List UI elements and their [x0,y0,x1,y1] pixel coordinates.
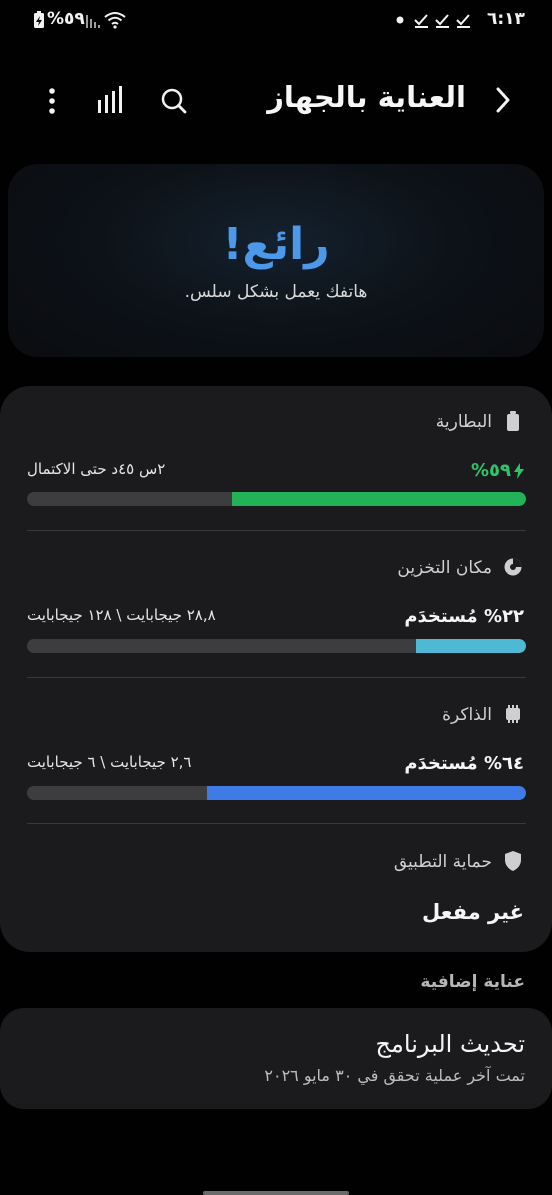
memory-chip-icon [506,705,520,723]
memory-value: ٦٤% مُستخدَم [404,753,524,774]
wifi-icon [104,9,126,31]
battery-progress-bar [27,492,526,506]
back-chevron-icon[interactable] [490,86,514,114]
shield-icon [505,851,521,871]
memory-label: الذاكرة [442,705,492,725]
page-title: العناية بالجهاز [267,80,466,114]
additional-care-heading: عناية إضافية [420,972,525,992]
storage-value: ٢٢% مُستخدَم [404,606,524,627]
hero-subtitle: هاتفك يعمل بشكل سلس. [184,282,368,302]
battery-label: البطارية [435,412,492,432]
storage-progress-fill [416,639,526,653]
storage-detail: ٢٨,٨ جيجابايت \ ١٢٨ جيجابايت [27,606,216,624]
storage-label: مكان التخزين [397,558,492,578]
device-status-hero: رائع! هاتفك يعمل بشكل سلس. [8,164,544,357]
more-vertical-icon[interactable] [46,87,58,115]
signal-icon [85,9,101,31]
home-indicator [203,1191,349,1195]
software-update-title: تحديث البرنامج [375,1030,525,1058]
battery-progress-fill [231,492,526,506]
search-icon[interactable] [160,87,188,115]
app-protection-label: حماية التطبيق [393,852,492,872]
battery-icon [507,411,519,431]
charging-bolt-icon [514,462,524,479]
battery-charging-icon [33,9,45,31]
storage-icon [504,558,522,576]
memory-progress-bar [27,786,526,800]
software-update-subtitle: تمت آخر عملية تحقق في ٣٠ مايو ٢٠٢٦ [264,1066,525,1085]
status-time: ٦:١٣ [487,9,525,29]
battery-section[interactable]: البطارية %٥٩ ٢س ٤٥د حتى الاكتمال [0,386,552,526]
battery-value: %٥٩ [470,460,511,481]
battery-value-wrap: %٥٩ [471,460,524,481]
software-update-card[interactable]: تحديث البرنامج تمت آخر عملية تحقق في ٣٠ … [0,1008,552,1109]
app-protection-value: غير مفعل [421,900,524,924]
notification-icons [395,9,475,31]
memory-progress-fill [206,786,526,800]
device-care-card: البطارية %٥٩ ٢س ٤٥د حتى الاكتمال مكان ال… [0,386,552,952]
hero-title: رائع! [222,219,330,270]
battery-percent: %٥٩ [47,9,85,29]
memory-section[interactable]: الذاكرة ٦٤% مُستخدَم ٢,٦ جيجابايت \ ٦ جي… [0,678,552,823]
storage-progress-bar [27,639,526,653]
memory-detail: ٢,٦ جيجابايت \ ٦ جيجابايت [27,753,192,771]
app-protection-section[interactable]: حماية التطبيق غير مفعل [0,824,552,949]
storage-section[interactable]: مكان التخزين ٢٢% مُستخدَم ٢٨,٨ جيجابايت … [0,531,552,676]
bar-chart-icon[interactable] [97,86,123,114]
battery-detail: ٢س ٤٥د حتى الاكتمال [27,460,166,478]
